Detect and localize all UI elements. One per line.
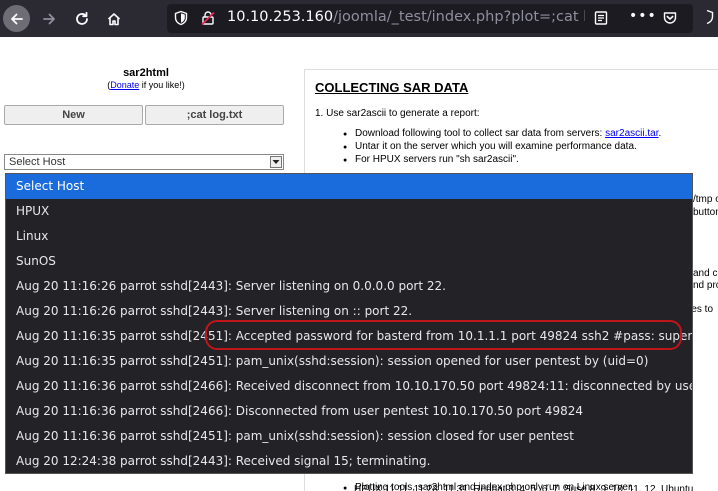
dropdown-option-hpux[interactable]: HPUX (6, 199, 692, 224)
doc-bullet: Untar it on the server which you will ex… (343, 141, 661, 154)
new-button[interactable]: New (4, 105, 143, 125)
back-button[interactable] (3, 5, 30, 32)
url-path: /joomla/_test/index.php?plot=;cat log.tx… (333, 9, 585, 25)
donate-line: (Donate if you like!) (0, 80, 292, 90)
donate-suffix: if you like!) (139, 80, 185, 90)
reload-icon (75, 11, 88, 25)
host-select[interactable]: Select Host (4, 154, 284, 170)
dropdown-option-log-line[interactable]: Aug 20 11:16:36 parrot sshd[2451]: pam_u… (6, 424, 692, 449)
cat-log-button[interactable]: ;cat log.txt (145, 105, 284, 125)
doc-title: COLLECTING SAR DATA (315, 80, 469, 95)
bullet-text: . (658, 128, 662, 139)
doc-fragment: button (693, 207, 718, 218)
url-text[interactable]: 10.10.253.160/joomla/_test/index.php?plo… (227, 9, 585, 25)
host-dropdown-list[interactable]: Select Host HPUX Linux SunOS Aug 20 11:1… (5, 173, 693, 474)
dropdown-option-log-line[interactable]: Aug 20 11:16:36 parrot sshd[2466]: Recei… (6, 374, 692, 399)
dropdown-option-log-line[interactable]: Aug 20 11:16:35 parrot sshd[2451]: pam_u… (6, 349, 692, 374)
pocket-icon[interactable] (662, 10, 678, 26)
app-title: sar2html (123, 67, 169, 79)
doc-fragment: and c (693, 268, 718, 279)
home-icon (107, 12, 120, 25)
doc-fragment: nd pro (693, 280, 718, 291)
url-host: 10.10.253.160 (227, 9, 334, 25)
password-highlight-annotation (205, 320, 682, 350)
doc-bullet: For HPUX servers run "sh sar2ascii". (343, 154, 661, 167)
dropdown-option-select-host[interactable]: Select Host (6, 174, 692, 199)
doc-fragment: HPUX 11.11, 11.23, 11.31, Redhat 3, 4, 5… (354, 484, 694, 491)
dropdown-option-log-line[interactable]: Aug 20 11:16:26 parrot sshd[2443]: Serve… (6, 274, 692, 299)
shield-icon[interactable] (173, 10, 189, 26)
browser-toolbar: 10.10.253.160/joomla/_test/index.php?plo… (0, 0, 718, 37)
more-dots-icon[interactable]: ••• (629, 8, 657, 24)
dropdown-option-log-line[interactable]: Aug 20 12:24:38 parrot sshd[2443]: Recei… (6, 449, 692, 474)
dropdown-option-sunos[interactable]: SunOS (6, 249, 692, 274)
chevron-down-icon[interactable] (270, 156, 282, 168)
donate-link[interactable]: Donate (110, 80, 139, 90)
reader-view-icon[interactable] (593, 10, 609, 26)
address-bar[interactable]: 10.10.253.160/joomla/_test/index.php?plo… (167, 4, 693, 33)
doc-bullet: Download following tool to collect sar d… (343, 128, 661, 141)
forward-button[interactable] (35, 5, 62, 32)
bullet-text: Download following tool to collect sar d… (355, 128, 606, 139)
doc-fragment: /tmp o (693, 194, 718, 205)
forward-arrow-icon (42, 13, 55, 24)
doc-step-1: 1. Use sar2ascii to generate a report: (315, 108, 480, 119)
home-button[interactable] (100, 5, 127, 32)
sar2ascii-link[interactable]: sar2ascii.tar (605, 128, 658, 139)
dropdown-option-log-line[interactable]: Aug 20 11:16:36 parrot sshd[2466]: Disco… (6, 399, 692, 424)
dropdown-option-linux[interactable]: Linux (6, 224, 692, 249)
shield-icon[interactable] (700, 9, 714, 25)
reload-button[interactable] (68, 5, 95, 32)
host-select-value: Select Host (9, 156, 66, 168)
back-arrow-icon (10, 13, 23, 24)
insecure-lock-icon[interactable] (200, 10, 216, 26)
doc-bullet-list: Download following tool to collect sar d… (343, 128, 661, 167)
